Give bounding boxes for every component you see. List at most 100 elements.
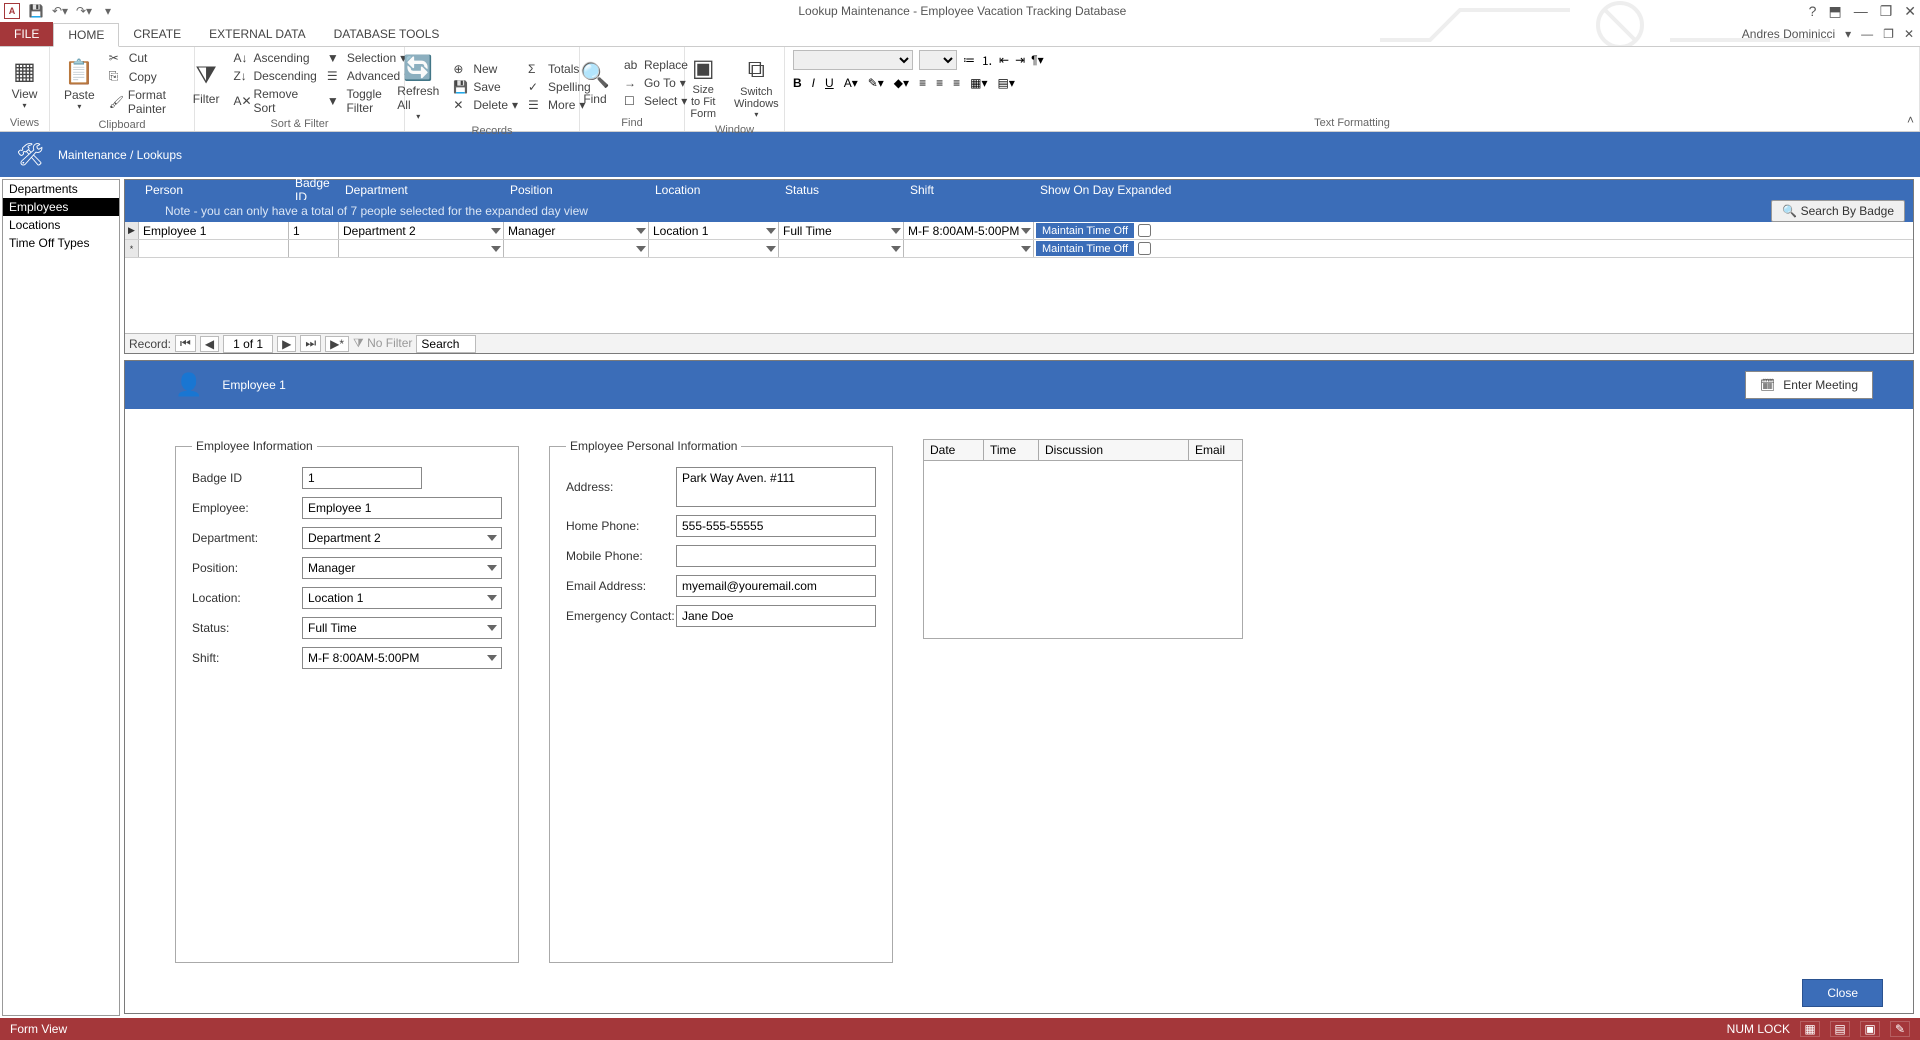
close-icon[interactable]: ✕ (1904, 3, 1916, 20)
paste-button[interactable]: 📋Paste▾ (58, 54, 101, 113)
address-input[interactable]: Park Way Aven. #111 (676, 467, 876, 507)
save-icon[interactable]: 💾 (28, 3, 44, 19)
row-status-select[interactable]: Full Time (779, 222, 903, 239)
location-select[interactable]: Location 1 (302, 587, 502, 609)
home-phone-input[interactable] (676, 515, 876, 537)
sidenav-employees[interactable]: Employees (3, 198, 119, 216)
new-dept-select[interactable] (339, 240, 503, 257)
col-person[interactable]: Person (139, 181, 289, 199)
search-by-badge-button[interactable]: 🔍 Search By Badge (1771, 200, 1905, 222)
email-address-input[interactable] (676, 575, 876, 597)
view-layout-icon[interactable]: ▣ (1860, 1021, 1880, 1037)
alt-row-icon[interactable]: ▤▾ (997, 76, 1014, 90)
position-select[interactable]: Manager (302, 557, 502, 579)
numbering-icon[interactable]: ⒈ (981, 52, 993, 69)
align-right-icon[interactable]: ≡ (953, 76, 960, 90)
col-dept[interactable]: Department (339, 181, 504, 199)
emergency-contact-input[interactable] (676, 605, 876, 627)
tab-home[interactable]: HOME (53, 23, 119, 47)
grid-new-row[interactable]: * Maintain Time Off (125, 240, 1913, 258)
col-pos[interactable]: Position (504, 181, 649, 199)
help-icon[interactable]: ? (1809, 3, 1817, 20)
collapse-ribbon-icon[interactable]: ˄ (1907, 113, 1914, 127)
record-position-input[interactable] (223, 335, 273, 353)
descending-button[interactable]: Z↓Descending (231, 68, 318, 84)
grid-search-input[interactable] (416, 335, 476, 353)
replace-button[interactable]: abReplace (622, 57, 690, 73)
view-form-icon[interactable]: ▦ (1800, 1021, 1820, 1037)
tab-create[interactable]: CREATE (119, 22, 195, 46)
col-shift[interactable]: Shift (904, 181, 1034, 199)
align-left-icon[interactable]: ≡ (919, 76, 926, 90)
meet-col-time[interactable]: Time (984, 440, 1039, 460)
row-dept-select[interactable]: Department 2 (339, 222, 503, 239)
shift-select[interactable]: M-F 8:00AM-5:00PM (302, 647, 502, 669)
no-filter-indicator[interactable]: ⧩ No Filter (353, 336, 412, 351)
row-badge-input[interactable] (289, 222, 338, 239)
undo-icon[interactable]: ↶▾ (52, 3, 68, 19)
employee-name-input[interactable] (302, 497, 502, 519)
fill-color-icon[interactable]: ◆▾ (894, 76, 909, 90)
user-name[interactable]: Andres Dominicci (1742, 27, 1835, 41)
switch-windows-button[interactable]: ⧉Switch Windows▾ (728, 52, 785, 121)
new-pos-select[interactable] (504, 240, 648, 257)
row-pos-select[interactable]: Manager (504, 222, 648, 239)
italic-button[interactable]: I (812, 76, 815, 90)
remove-sort-button[interactable]: A✕Remove Sort (231, 86, 318, 116)
new-status-select[interactable] (779, 240, 903, 257)
nav-new-icon[interactable]: ▶* (325, 336, 349, 352)
view-button[interactable]: ▦View▾ (6, 53, 44, 112)
bullets-icon[interactable]: ≔ (963, 53, 975, 67)
maintain-timeoff-button-new[interactable]: Maintain Time Off (1036, 241, 1134, 256)
font-family-select[interactable] (793, 50, 913, 70)
align-center-icon[interactable]: ≡ (936, 76, 943, 90)
mdi-restore-icon[interactable]: ❐ (1883, 27, 1894, 41)
new-badge-input[interactable] (289, 240, 338, 257)
indent-inc-icon[interactable]: ⇥ (1015, 53, 1025, 67)
font-size-select[interactable] (919, 50, 957, 70)
user-dropdown-icon[interactable]: ▾ (1845, 27, 1851, 41)
meet-col-date[interactable]: Date (924, 440, 984, 460)
col-loc[interactable]: Location (649, 181, 779, 199)
font-color-icon[interactable]: A▾ (844, 76, 858, 90)
row-shift-select[interactable]: M-F 8:00AM-5:00PM (904, 222, 1033, 239)
delete-button[interactable]: ✕Delete▾ (451, 97, 520, 113)
mdi-minimize-icon[interactable]: — (1861, 27, 1873, 41)
sidenav-timeofftypes[interactable]: Time Off Types (3, 234, 119, 252)
cut-button[interactable]: ✂Cut (107, 50, 186, 66)
filter-button[interactable]: ⧩Filter (187, 58, 226, 108)
status-select[interactable]: Full Time (302, 617, 502, 639)
badge-id-input[interactable] (302, 467, 422, 489)
sidenav-departments[interactable]: Departments (3, 180, 119, 198)
underline-button[interactable]: U (825, 76, 834, 90)
nav-prev-icon[interactable]: ◀ (200, 336, 219, 352)
view-design-icon[interactable]: ✎ (1890, 1021, 1910, 1037)
select-button[interactable]: ☐Select▾ (622, 93, 690, 109)
close-button[interactable]: Close (1802, 979, 1883, 1007)
meet-col-disc[interactable]: Discussion (1039, 440, 1189, 460)
bold-button[interactable]: B (793, 76, 802, 90)
department-select[interactable]: Department 2 (302, 527, 502, 549)
col-status[interactable]: Status (779, 181, 904, 199)
size-to-fit-button[interactable]: ▣Size to Fit Form (684, 50, 722, 122)
nav-first-icon[interactable]: ⏮ (175, 335, 196, 352)
goto-button[interactable]: →Go To▾ (622, 75, 690, 91)
new-loc-select[interactable] (649, 240, 778, 257)
grid-row[interactable]: ▶ Department 2 Manager Location 1 Full T… (125, 222, 1913, 240)
row-person-input[interactable] (139, 222, 288, 239)
find-button[interactable]: 🔍Find (574, 58, 616, 108)
col-show[interactable]: Show On Day Expanded (1034, 181, 1913, 199)
sidenav-locations[interactable]: Locations (3, 216, 119, 234)
new-person-input[interactable] (139, 240, 288, 257)
maintain-timeoff-button[interactable]: Maintain Time Off (1036, 223, 1134, 238)
view-datasheet-icon[interactable]: ▤ (1830, 1021, 1850, 1037)
new-button[interactable]: ⊕New (451, 61, 520, 77)
mobile-phone-input[interactable] (676, 545, 876, 567)
tab-file[interactable]: FILE (0, 22, 53, 46)
nav-next-icon[interactable]: ▶ (277, 336, 296, 352)
redo-icon[interactable]: ↷▾ (76, 3, 92, 19)
qat-customize-icon[interactable]: ▾ (100, 3, 116, 19)
enter-meeting-button[interactable]: 🗓Enter Meeting (1745, 371, 1873, 399)
nav-last-icon[interactable]: ⏭ (300, 335, 321, 352)
new-shift-select[interactable] (904, 240, 1033, 257)
